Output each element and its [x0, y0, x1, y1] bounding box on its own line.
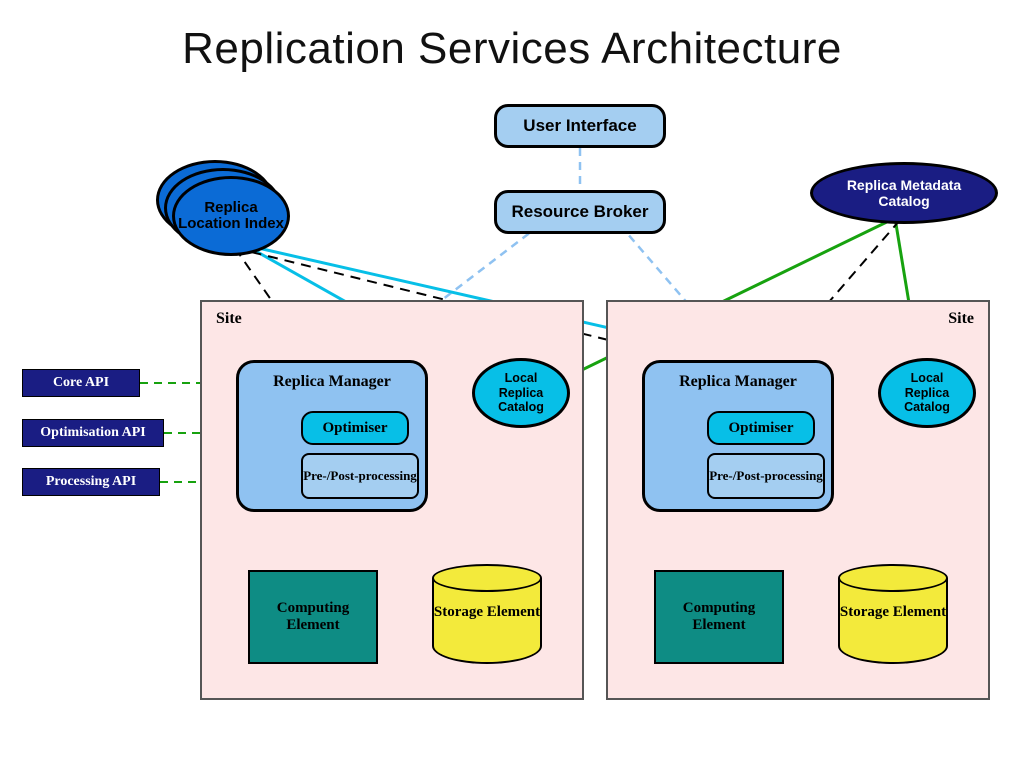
- core-api-label: Core API: [53, 375, 109, 391]
- replica-metadata-catalog: Replica Metadata Catalog: [810, 162, 998, 224]
- prepost-left-label: Pre-/Post-processing: [303, 468, 417, 484]
- prepost-right-label: Pre-/Post-processing: [709, 468, 823, 484]
- compute-right-label: Computing Element: [656, 600, 782, 634]
- prepost-right: Pre-/Post-processing: [707, 453, 825, 499]
- lrc-right: Local Replica Catalog: [878, 358, 976, 428]
- lrc-right-label: Local Replica Catalog: [891, 371, 963, 414]
- rm-left-label: Replica Manager: [239, 373, 425, 391]
- core-api-box: Core API: [22, 369, 140, 397]
- storage-element-right: Storage Element: [838, 564, 948, 664]
- resource-broker-label: Resource Broker: [511, 202, 648, 222]
- processing-api-label: Processing API: [46, 474, 136, 490]
- storage-element-left: Storage Element: [432, 564, 542, 664]
- optimisation-api-label: Optimisation API: [40, 425, 145, 441]
- replica-manager-right: Replica Manager Optimiser Pre-/Post-proc…: [642, 360, 834, 512]
- prepost-left: Pre-/Post-processing: [301, 453, 419, 499]
- optimiser-left-label: Optimiser: [323, 420, 388, 437]
- replica-location-index: Replica Location Index: [156, 160, 284, 250]
- user-interface-box: User Interface: [494, 104, 666, 148]
- site-left: Site Replica Manager Optimiser Pre-/Post…: [200, 300, 584, 700]
- replica-manager-left: Replica Manager Optimiser Pre-/Post-proc…: [236, 360, 428, 512]
- optimiser-right-label: Optimiser: [729, 420, 794, 437]
- lrc-left-label: Local Replica Catalog: [485, 371, 557, 414]
- storage-left-label: Storage Element: [432, 604, 542, 621]
- storage-right-label: Storage Element: [838, 604, 948, 621]
- optimiser-right: Optimiser: [707, 411, 815, 445]
- resource-broker-box: Resource Broker: [494, 190, 666, 234]
- site-right: Site Replica Manager Optimiser Pre-/Post…: [606, 300, 990, 700]
- user-interface-label: User Interface: [523, 116, 636, 136]
- rm-right-label: Replica Manager: [645, 373, 831, 391]
- computing-element-right: Computing Element: [654, 570, 784, 664]
- optimiser-left: Optimiser: [301, 411, 409, 445]
- optimisation-api-box: Optimisation API: [22, 419, 164, 447]
- compute-left-label: Computing Element: [250, 600, 376, 634]
- lrc-left: Local Replica Catalog: [472, 358, 570, 428]
- rmc-label: Replica Metadata Catalog: [823, 177, 985, 209]
- site-right-label: Site: [948, 310, 974, 328]
- rli-label: Replica Location Index: [175, 200, 287, 233]
- computing-element-left: Computing Element: [248, 570, 378, 664]
- processing-api-box: Processing API: [22, 468, 160, 496]
- site-left-label: Site: [216, 310, 242, 328]
